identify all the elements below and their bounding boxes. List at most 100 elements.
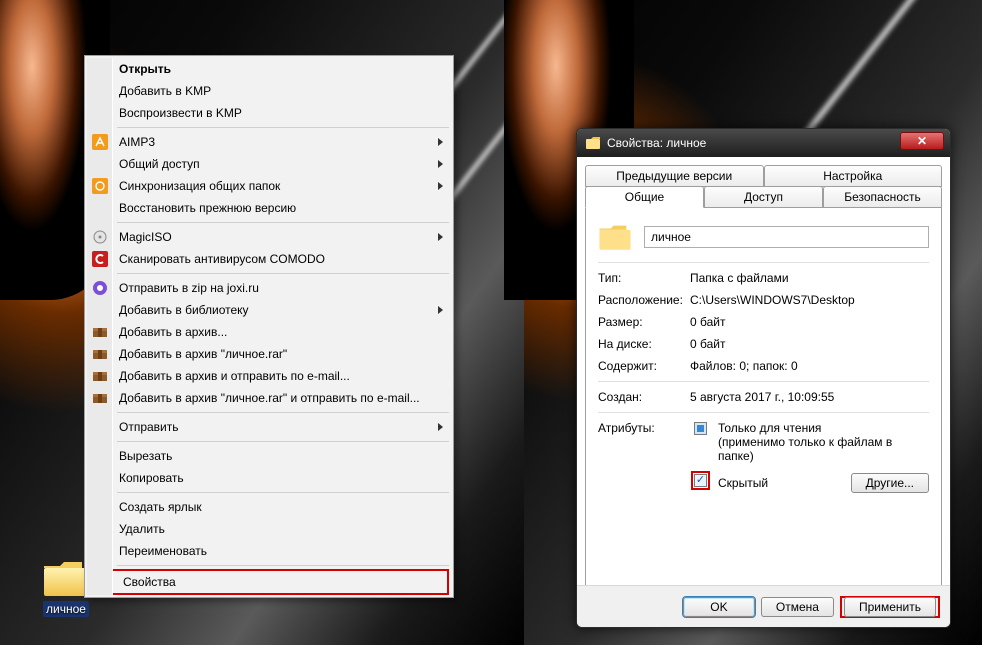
winrar-icon bbox=[92, 346, 108, 362]
tab-security[interactable]: Безопасность bbox=[823, 186, 942, 208]
tab-sharing[interactable]: Доступ bbox=[704, 186, 823, 208]
ctx-rar-add-name[interactable]: Добавить в архив "личное.rar" bbox=[87, 343, 451, 365]
tab-label: Безопасность bbox=[844, 190, 921, 204]
ctx-copy[interactable]: Копировать bbox=[87, 467, 451, 489]
tab-label: Предыдущие версии bbox=[616, 169, 732, 183]
ctx-label: Отправить в zip на joxi.ru bbox=[119, 281, 259, 295]
ctx-separator bbox=[117, 412, 449, 413]
folder-name-input[interactable] bbox=[644, 226, 929, 248]
submenu-arrow-icon bbox=[438, 160, 443, 168]
checkbox-hidden[interactable] bbox=[694, 474, 707, 487]
checkbox-readonly[interactable] bbox=[694, 422, 707, 435]
submenu-arrow-icon bbox=[438, 233, 443, 241]
ctx-label: Открыть bbox=[119, 62, 171, 76]
value-size: 0 байт bbox=[690, 315, 929, 329]
tab-label: Настройка bbox=[823, 169, 882, 183]
ctx-label: Воспроизвести в KMP bbox=[119, 106, 242, 120]
value-size-on-disk: 0 байт bbox=[690, 337, 929, 351]
close-icon: ✕ bbox=[917, 134, 927, 148]
ctx-label: Сканировать антивирусом COMODO bbox=[119, 252, 325, 266]
ctx-magiciso[interactable]: MagicISO bbox=[87, 226, 451, 248]
dialog-title: Свойства: личное bbox=[607, 136, 706, 150]
label-location: Расположение: bbox=[598, 293, 690, 307]
ctx-scan-comodo[interactable]: Сканировать антивирусом COMODO bbox=[87, 248, 451, 270]
ctx-separator bbox=[117, 441, 449, 442]
value-created: 5 августа 2017 г., 10:09:55 bbox=[690, 390, 929, 404]
ctx-label: Копировать bbox=[119, 471, 184, 485]
ctx-aimp3[interactable]: AIMP3 bbox=[87, 131, 451, 153]
ctx-separator bbox=[117, 127, 449, 128]
context-menu: Открыть Добавить в KMP Воспроизвести в K… bbox=[84, 55, 454, 598]
highlight-apply: Применить bbox=[840, 596, 940, 618]
ctx-add-library[interactable]: Добавить в библиотеку bbox=[87, 299, 451, 321]
sync-icon bbox=[92, 178, 108, 194]
ctx-restore-prev[interactable]: Восстановить прежнюю версию bbox=[87, 197, 451, 219]
tab-previous-versions[interactable]: Предыдущие версии bbox=[585, 165, 764, 187]
dialog-body: Предыдущие версии Настройка Общие Доступ… bbox=[585, 165, 942, 581]
magiciso-icon bbox=[92, 229, 108, 245]
ctx-cut[interactable]: Вырезать bbox=[87, 445, 451, 467]
label-readonly: Только для чтения bbox=[718, 421, 929, 435]
ctx-label: Общий доступ bbox=[119, 157, 200, 171]
joxi-icon bbox=[92, 280, 108, 296]
tab-label: Доступ bbox=[744, 190, 783, 204]
winrar-icon bbox=[92, 368, 108, 384]
ctx-delete[interactable]: Удалить bbox=[87, 518, 451, 540]
submenu-arrow-icon bbox=[438, 306, 443, 314]
ctx-label: Удалить bbox=[119, 522, 165, 536]
ctx-open[interactable]: Открыть bbox=[87, 58, 451, 80]
apply-button[interactable]: Применить bbox=[844, 597, 936, 617]
ctx-rar-name-email[interactable]: Добавить в архив "личное.rar" и отправит… bbox=[87, 387, 451, 409]
other-attributes-button[interactable]: Другие... bbox=[851, 473, 929, 493]
tab-label: Общие bbox=[625, 190, 664, 204]
divider bbox=[598, 262, 929, 263]
ctx-send-to[interactable]: Отправить bbox=[87, 416, 451, 438]
ctx-separator bbox=[117, 273, 449, 274]
ctx-sync-shared[interactable]: Синхронизация общих папок bbox=[87, 175, 451, 197]
ctx-label: AIMP3 bbox=[119, 135, 155, 149]
aimp-icon bbox=[92, 134, 108, 150]
ctx-label: MagicISO bbox=[119, 230, 172, 244]
ctx-rar-email[interactable]: Добавить в архив и отправить по e-mail..… bbox=[87, 365, 451, 387]
dialog-titlebar[interactable]: Свойства: личное ✕ bbox=[577, 129, 950, 157]
tab-general[interactable]: Общие bbox=[585, 186, 704, 208]
winrar-icon bbox=[92, 324, 108, 340]
ctx-shared-access[interactable]: Общий доступ bbox=[87, 153, 451, 175]
label-hidden: Скрытый bbox=[718, 476, 768, 490]
ctx-label: Добавить в архив... bbox=[119, 325, 227, 339]
ctx-rar-add[interactable]: Добавить в архив... bbox=[87, 321, 451, 343]
ctx-label: Переименовать bbox=[119, 544, 207, 558]
dialog-button-bar: OK Отмена Применить bbox=[577, 585, 950, 627]
ctx-add-kmp[interactable]: Добавить в KMP bbox=[87, 80, 451, 102]
divider bbox=[598, 381, 929, 382]
close-button[interactable]: ✕ bbox=[900, 132, 944, 150]
ctx-separator bbox=[117, 222, 449, 223]
folder-icon bbox=[598, 222, 632, 252]
label-attributes: Атрибуты: bbox=[598, 421, 690, 435]
label-created: Создан: bbox=[598, 390, 690, 404]
ctx-label: Восстановить прежнюю версию bbox=[119, 201, 296, 215]
tab-customize[interactable]: Настройка bbox=[764, 165, 943, 187]
ctx-zip-joxi[interactable]: Отправить в zip на joxi.ru bbox=[87, 277, 451, 299]
ok-button[interactable]: OK bbox=[683, 597, 755, 617]
cancel-button[interactable]: Отмена bbox=[761, 597, 834, 617]
folder-icon bbox=[42, 558, 90, 598]
ctx-label: Свойства bbox=[123, 575, 176, 589]
ctx-label: Добавить в архив "личное.rar" и отправит… bbox=[119, 391, 420, 405]
submenu-arrow-icon bbox=[438, 182, 443, 190]
ctx-separator bbox=[117, 492, 449, 493]
label-readonly-note: (применимо только к файлам в папке) bbox=[718, 435, 929, 463]
tab-strip: Предыдущие версии Настройка Общие Доступ… bbox=[585, 165, 942, 207]
properties-dialog: Свойства: личное ✕ Предыдущие версии Нас… bbox=[576, 128, 951, 628]
tab-general-pane: Тип: Папка с файлами Расположение: C:\Us… bbox=[585, 207, 942, 595]
ctx-properties[interactable]: Свойства bbox=[91, 571, 447, 593]
ctx-play-kmp[interactable]: Воспроизвести в KMP bbox=[87, 102, 451, 124]
ctx-create-shortcut[interactable]: Создать ярлык bbox=[87, 496, 451, 518]
ctx-label: Синхронизация общих папок bbox=[119, 179, 280, 193]
ctx-label: Добавить в KMP bbox=[119, 84, 211, 98]
ctx-rename[interactable]: Переименовать bbox=[87, 540, 451, 562]
ctx-label: Отправить bbox=[119, 420, 179, 434]
label-size-on-disk: На диске: bbox=[598, 337, 690, 351]
value-contains: Файлов: 0; папок: 0 bbox=[690, 359, 929, 373]
highlight-properties: Свойства bbox=[89, 569, 449, 595]
